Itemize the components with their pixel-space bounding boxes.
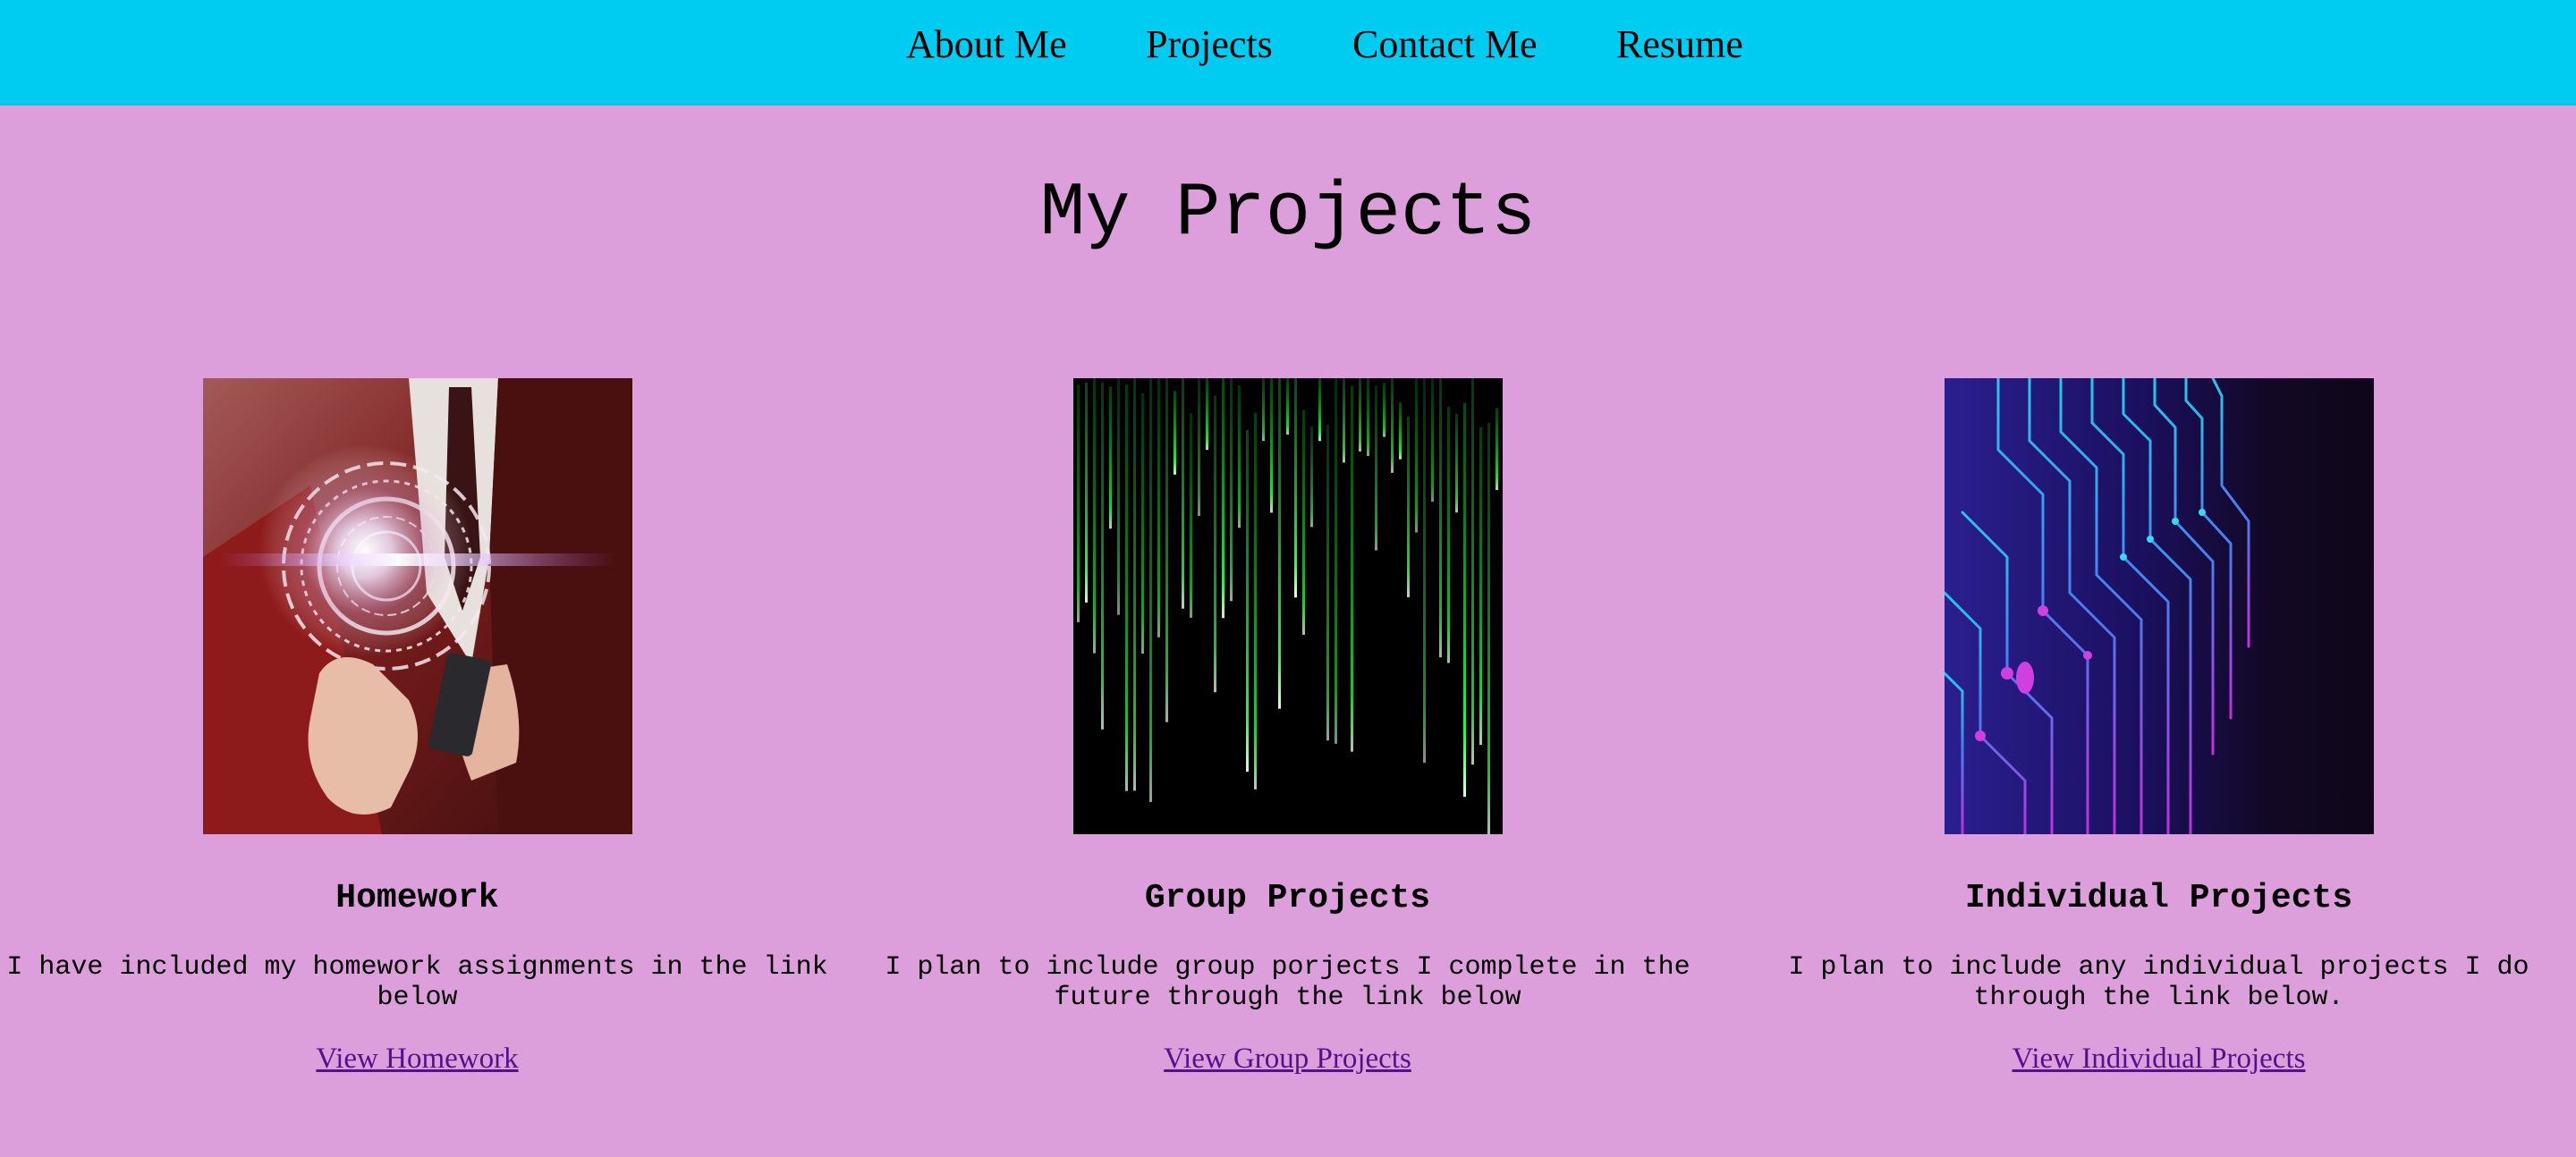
view-individual-projects-link[interactable]: View Individual Projects <box>1741 1041 2576 1077</box>
hand-holding-phone-hologram-image <box>202 378 632 834</box>
view-homework-link[interactable]: View Homework <box>0 1041 835 1077</box>
view-group-projects-link[interactable]: View Group Projects <box>870 1041 1705 1077</box>
page-title: My Projects <box>1039 172 1537 257</box>
card-description: I plan to include group porjects I compl… <box>885 952 1690 1013</box>
circuit-board-image <box>1944 378 2374 834</box>
project-card-individual-projects: Individual Projects I plan to include an… <box>1741 378 2576 1075</box>
nav-projects-link[interactable]: Projects <box>1146 18 1273 72</box>
card-title: Individual Projects <box>1964 879 2353 917</box>
nav-contact-me-link[interactable]: Contact Me <box>1352 18 1538 72</box>
nav-resume-link[interactable]: Resume <box>1616 18 1743 72</box>
card-title: Homework <box>335 879 499 917</box>
card-description: I plan to include any individual project… <box>1788 952 2529 1013</box>
nav-about-me-link[interactable]: About Me <box>906 18 1067 72</box>
top-navbar: About Me Projects Contact Me Resume <box>0 0 2576 106</box>
card-description: I have included my homework assignments … <box>6 952 828 1013</box>
card-title: Group Projects <box>1144 879 1431 917</box>
project-card-homework: Homework I have included my homework ass… <box>0 378 835 1075</box>
project-card-group-projects: Group Projects I plan to include group p… <box>870 378 1705 1075</box>
green-code-rain-image <box>1072 378 1503 834</box>
